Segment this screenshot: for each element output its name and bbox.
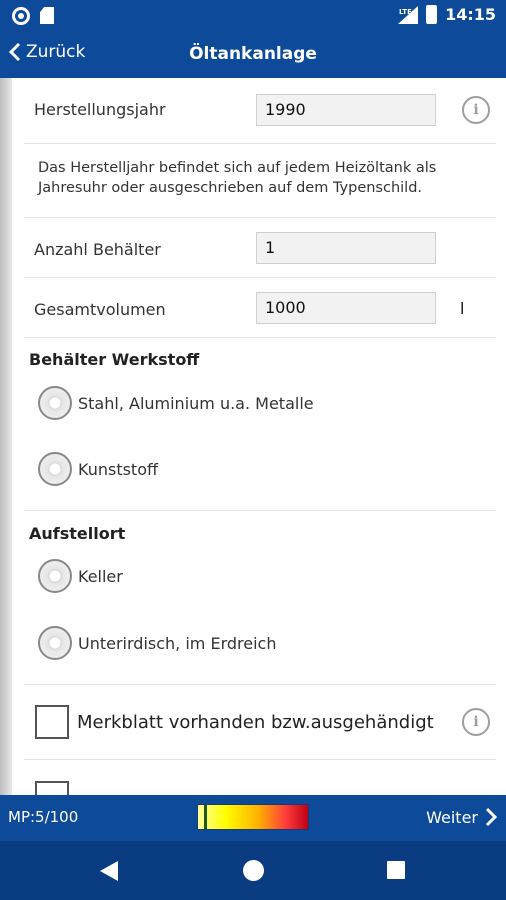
radio-button[interactable] (38, 559, 72, 593)
volume-input[interactable]: 1000 (256, 292, 436, 324)
count-row: Anzahl Behälter 1 (24, 232, 496, 268)
next-label: Weiter (426, 807, 478, 827)
bottom-bar: MP:5/100 Weiter (0, 795, 506, 841)
nav-home-icon[interactable] (243, 860, 264, 881)
volume-unit: l (460, 299, 465, 318)
chevron-right-icon (485, 807, 498, 827)
count-input[interactable]: 1 (256, 232, 436, 264)
record-icon (12, 7, 30, 25)
divider (24, 143, 496, 144)
status-left-icons (12, 7, 54, 25)
radio-button[interactable] (38, 626, 72, 660)
checkbox-label: Merkblatt vorhanden bzw.ausgehändigt (77, 711, 434, 733)
radio-material-metal[interactable]: Stahl, Aluminium u.a. Metalle (38, 386, 314, 420)
network-label: LTE (399, 8, 412, 16)
divider (24, 217, 496, 218)
divider (24, 684, 496, 685)
nav-recent-apps-icon[interactable] (387, 861, 405, 879)
mp-counter: MP:5/100 (8, 808, 79, 826)
sd-card-icon (40, 7, 54, 24)
clock: 14:15 (445, 5, 496, 24)
year-input[interactable]: 1990 (256, 94, 436, 126)
next-button[interactable]: Weiter (426, 807, 498, 827)
radio-location-cellar[interactable]: Keller (38, 559, 123, 593)
year-row: Herstellungsjahr 1990 i (24, 92, 496, 128)
scroll-edge (0, 78, 12, 795)
system-nav-bar (0, 841, 506, 900)
radio-location-underground[interactable]: Unterirdisch, im Erdreich (38, 626, 276, 660)
year-label: Herstellungsjahr (34, 100, 166, 119)
checkbox-leaflet[interactable]: Merkblatt vorhanden bzw.ausgehändigt (35, 705, 434, 739)
volume-label: Gesamtvolumen (34, 300, 166, 319)
material-section-title: Behälter Werkstoff (29, 350, 200, 369)
form-content[interactable]: Herstellungsjahr 1990 i Das Herstelljahr… (0, 78, 506, 795)
checkbox[interactable] (35, 781, 69, 795)
divider (24, 277, 496, 278)
status-bar: LTE 14:15 (0, 0, 506, 32)
status-right-icons: LTE 14:15 (398, 5, 496, 24)
checkbox[interactable] (35, 705, 69, 739)
radio-material-plastic[interactable]: Kunststoff (38, 452, 158, 486)
page-title: Öltankanlage (189, 44, 317, 64)
divider (24, 759, 496, 760)
info-icon[interactable]: i (462, 708, 490, 736)
divider (24, 510, 496, 511)
signal-icon: LTE (398, 5, 419, 24)
app-bar: Zurück Öltankanlage (0, 32, 506, 78)
divider (24, 337, 496, 338)
radio-label: Keller (78, 566, 123, 586)
radio-label: Stahl, Aluminium u.a. Metalle (78, 393, 314, 413)
radio-button[interactable] (38, 452, 72, 486)
progress-meter (197, 804, 309, 830)
volume-row: Gesamtvolumen 1000 l (24, 292, 496, 328)
count-label: Anzahl Behälter (34, 240, 161, 259)
radio-label: Kunststoff (78, 459, 159, 479)
nav-back-icon[interactable] (100, 861, 118, 881)
checkbox-partial[interactable] (35, 781, 69, 795)
info-icon[interactable]: i (462, 96, 490, 124)
meter-marker (203, 805, 207, 829)
radio-label: Unterirdisch, im Erdreich (78, 633, 277, 653)
radio-button[interactable] (38, 386, 72, 420)
battery-icon (426, 5, 438, 24)
location-section-title: Aufstellort (29, 524, 126, 543)
year-hint: Das Herstelljahr befindet sich auf jedem… (38, 160, 437, 196)
